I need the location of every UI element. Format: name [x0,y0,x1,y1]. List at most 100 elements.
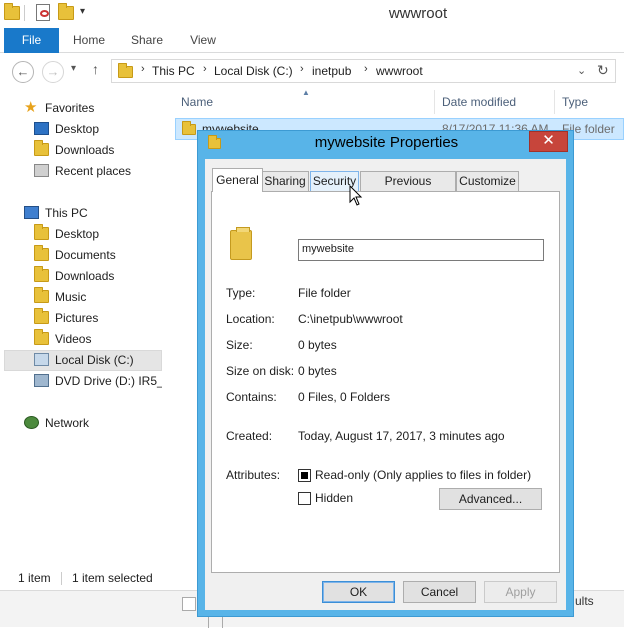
size-value: 0 bytes [298,338,337,352]
nav-item-videos[interactable]: Videos [0,329,162,350]
close-icon: ✕ [542,132,555,149]
divider [226,414,542,415]
nav-item-documents[interactable]: Documents [0,245,162,266]
nav-item-label: Downloads [55,269,115,283]
sort-ascending-icon: ▲ [302,88,310,97]
column-header-date-modified[interactable]: Date modified [442,90,516,114]
address-bar[interactable]: › This PC › Local Disk (C:) › inetpub › … [111,59,616,83]
ok-button[interactable]: OK [322,581,395,603]
chevron-right-icon[interactable]: › [141,63,145,75]
address-dropdown-icon[interactable]: ⌄ [577,64,586,77]
star-icon: ★ [24,99,38,116]
downloads-folder-icon [34,140,49,156]
nav-item-label: Recent places [55,164,132,178]
desktop-icon [34,122,49,135]
nav-item-downloads[interactable]: Downloads [0,140,162,161]
breadcrumb-inetpub[interactable]: inetpub [312,64,351,78]
apply-button[interactable]: Apply [484,581,557,603]
recent-locations-icon[interactable]: ▾ [71,63,76,74]
up-arrow-icon[interactable]: ↑ [92,61,99,77]
nav-item-label: Downloads [55,143,115,157]
network-icon [24,416,39,429]
tab-file[interactable]: File [4,28,59,53]
nav-item-downloads-pc[interactable]: Downloads [0,266,162,287]
column-header-name[interactable]: Name [181,90,213,114]
folder-icon [34,329,49,345]
column-header-type[interactable]: Type [562,90,588,114]
nav-item-label: Documents [55,248,116,262]
nav-item-recent-places[interactable]: Recent places [0,161,162,182]
drive-icon [34,353,49,366]
tab-customize[interactable]: Customize [456,171,519,191]
folder-name-input[interactable]: mywebsite [298,239,544,261]
folder-icon [34,224,49,240]
tab-share[interactable]: Share [124,28,170,53]
cancel-button[interactable]: Cancel [403,581,476,603]
readonly-checkbox[interactable] [298,469,311,482]
background-checkbox [182,597,196,611]
folder-icon [230,227,252,260]
readonly-label[interactable]: Read-only (Only applies to files in fold… [315,468,531,482]
nav-item-network[interactable]: Network [0,413,162,434]
window-titlebar: ▾ wwwroot [0,0,624,28]
computer-icon [24,206,39,219]
nav-item-music[interactable]: Music [0,287,162,308]
breadcrumb-wwwroot[interactable]: wwwroot [376,64,423,78]
dialog-body: General Sharing Security Previous Versio… [205,159,566,610]
created-label: Created: [226,429,273,443]
chevron-right-icon[interactable]: › [364,63,368,75]
mouse-cursor-icon [349,185,363,206]
type-value: File folder [298,286,351,300]
nav-item-label: Music [55,290,87,304]
back-icon[interactable]: ← [12,61,34,83]
nav-item-this-pc[interactable]: This PC [0,203,162,224]
chevron-right-icon[interactable]: › [203,63,207,75]
advanced-button[interactable]: Advanced... [439,488,542,510]
close-button[interactable]: ✕ [529,131,568,152]
tab-home[interactable]: Home [66,28,112,53]
nav-item-desktop[interactable]: Desktop [0,119,162,140]
folder-icon [34,245,49,261]
folder-icon [182,121,196,135]
nav-item-pictures[interactable]: Pictures [0,308,162,329]
nav-item-dvd-drive[interactable]: DVD Drive (D:) IR5_S [0,371,162,392]
nav-item-favorites[interactable]: ★ Favorites [0,98,162,119]
window-title: wwwroot [388,5,448,22]
tab-previous-versions[interactable]: Previous Versions [360,171,456,206]
dialog-title: mywebsite Properties [314,134,459,151]
nav-item-label: Network [45,416,90,430]
folder-icon [34,287,49,303]
chevron-right-icon[interactable]: › [300,63,304,75]
divider [226,272,542,273]
breadcrumb-this-pc[interactable]: This PC [152,64,195,78]
nav-item-local-disk[interactable]: Local Disk (C:) [4,350,162,371]
size-on-disk-value: 0 bytes [298,364,337,378]
tab-sharing[interactable]: Sharing [261,171,309,191]
nav-item-label: This PC [45,206,88,220]
nav-item-label: Pictures [55,311,99,325]
nav-item-desktop-pc[interactable]: Desktop [0,224,162,245]
created-value: Today, August 17, 2017, 3 minutes ago [298,429,505,443]
nav-item-label: Desktop [55,122,100,136]
column-divider[interactable] [434,90,435,114]
attributes-label: Attributes: [226,468,281,482]
ribbon-tabs: File Home Share View [0,28,624,53]
folder-icon [34,266,49,282]
hidden-label[interactable]: Hidden [315,491,353,505]
type-label: Type: [226,286,256,300]
location-value: C:\inetpub\wwwroot [298,312,403,326]
nav-item-label: Desktop [55,227,100,241]
forward-icon[interactable]: → [42,61,64,83]
breadcrumb-local-disk[interactable]: Local Disk (C:) [214,64,293,78]
tab-view[interactable]: View [180,28,226,53]
size-on-disk-label: Size on disk: [226,364,295,378]
address-row: ← → ▾ ↑ › This PC › Local Disk (C:) › in… [0,53,624,87]
column-divider[interactable] [554,90,555,114]
tab-general[interactable]: General [212,168,263,192]
folder-icon [34,308,49,324]
folder-icon [118,63,133,78]
refresh-icon[interactable]: ↻ [597,62,609,79]
hidden-checkbox[interactable] [298,492,311,505]
nav-item-label: Local Disk (C:) [55,353,134,367]
background-text: ults [575,594,594,608]
